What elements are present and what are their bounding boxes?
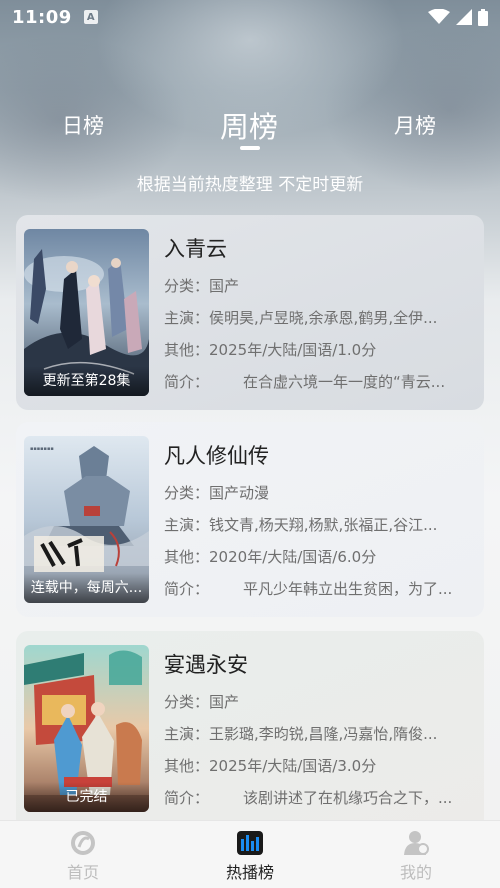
show-other: 其他： 2025年/大陆/国语/3.0分	[164, 755, 464, 775]
show-card[interactable]: ▪▪▪▪▪▪▪ 连载中，每周六... 凡人修仙传 分类： 国产动漫 主演： 钱文…	[16, 422, 484, 617]
show-category: 分类： 国产	[164, 691, 464, 711]
show-poster[interactable]: 更新至第28集	[24, 229, 149, 396]
nav-home-label: 首页	[66, 863, 99, 882]
status-bar: 11:09 A	[0, 0, 500, 34]
show-cast: 主演： 侯明昊,卢昱晓,余承恩,鹤男,全伊...	[164, 307, 464, 327]
home-icon	[71, 831, 95, 855]
show-category: 分类： 国产动漫	[164, 482, 464, 502]
cast-value: 侯明昊,卢昱晓,余承恩,鹤男,全伊...	[209, 309, 438, 327]
svg-text:▪▪▪▪▪▪▪: ▪▪▪▪▪▪▪	[30, 446, 54, 452]
show-intro: 简介： 该剧讲述了在机缘巧合之下，...	[164, 787, 464, 807]
other-label: 其他：	[164, 341, 210, 359]
show-category: 分类： 国产	[164, 275, 464, 295]
show-info: 凡人修仙传 分类： 国产动漫 主演： 钱文青,杨天翔,杨默,张福正,谷江... …	[164, 436, 464, 603]
ranking-tabs: 日榜 周榜 月榜	[0, 100, 500, 160]
nav-hot-label: 热播榜	[225, 863, 274, 882]
show-card[interactable]: 更新至第28集 入青云 分类： 国产 主演： 侯明昊,卢昱晓,余承恩,鹤男,全伊…	[16, 215, 484, 410]
cast-label: 主演：	[164, 516, 210, 534]
other-label: 其他：	[164, 548, 210, 566]
show-cast: 主演： 王影璐,李昀锐,昌隆,冯嘉怡,隋俊...	[164, 723, 464, 743]
notification-icon: A	[83, 10, 98, 24]
nav-hot-ranking[interactable]: 热播榜	[200, 829, 300, 883]
show-info: 入青云 分类： 国产 主演： 侯明昊,卢昱晓,余承恩,鹤男,全伊... 其他： …	[164, 229, 464, 396]
category-label: 分类：	[164, 693, 210, 711]
other-value: 2025年/大陆/国语/1.0分	[209, 341, 377, 359]
category-label: 分类：	[164, 277, 210, 295]
wifi-icon	[428, 9, 450, 24]
category-value: 国产动漫	[209, 484, 270, 502]
show-title[interactable]: 入青云	[164, 233, 464, 263]
show-cast: 主演： 钱文青,杨天翔,杨默,张福正,谷江...	[164, 514, 464, 534]
category-label: 分类：	[164, 484, 210, 502]
intro-value: 平凡少年韩立出生贫困，为了...	[243, 580, 453, 598]
intro-value: 在合虚六境一年一度的“青云...	[243, 373, 446, 391]
ranking-subtitle: 根据当前热度整理 不定时更新	[136, 175, 364, 195]
intro-label: 简介：	[164, 789, 210, 807]
show-title[interactable]: 宴遇永安	[164, 649, 464, 679]
intro-label: 简介：	[164, 580, 210, 598]
tab-weekly[interactable]: 周榜	[220, 104, 278, 146]
other-value: 2020年/大陆/国语/6.0分	[209, 548, 377, 566]
episode-status-badge: 已完结	[24, 782, 149, 812]
bottom-navigation: 首页 热播榜 我的	[0, 820, 500, 888]
show-poster[interactable]: ▪▪▪▪▪▪▪ 连载中，每周六...	[24, 436, 149, 603]
nav-home[interactable]: 首页	[33, 829, 133, 883]
cast-value: 王影璐,李昀锐,昌隆,冯嘉怡,隋俊...	[209, 725, 438, 743]
other-value: 2025年/大陆/国语/3.0分	[209, 757, 377, 775]
show-other: 其他： 2025年/大陆/国语/1.0分	[164, 339, 464, 359]
nav-me-label: 我的	[399, 863, 432, 882]
active-tab-indicator	[240, 146, 260, 150]
category-value: 国产	[209, 277, 240, 295]
show-intro: 简介： 在合虚六境一年一度的“青云...	[164, 371, 464, 391]
profile-icon	[404, 831, 429, 855]
battery-icon	[478, 8, 488, 26]
chart-bars-icon	[237, 831, 263, 855]
cast-label: 主演：	[164, 725, 210, 743]
cast-label: 主演：	[164, 309, 210, 327]
tab-monthly[interactable]: 月榜	[394, 110, 436, 140]
show-intro: 简介： 平凡少年韩立出生贫困，为了...	[164, 578, 464, 598]
cast-value: 钱文青,杨天翔,杨默,张福正,谷江...	[209, 516, 438, 534]
intro-label: 简介：	[164, 373, 210, 391]
category-value: 国产	[209, 693, 240, 711]
signal-icon	[456, 9, 472, 25]
episode-status-badge: 更新至第28集	[24, 366, 149, 396]
show-info: 宴遇永安 分类： 国产 主演： 王影璐,李昀锐,昌隆,冯嘉怡,隋俊... 其他：…	[164, 645, 464, 817]
nav-me[interactable]: 我的	[366, 829, 466, 883]
show-poster[interactable]: 已完结	[24, 645, 149, 812]
tab-daily[interactable]: 日榜	[62, 110, 104, 140]
other-label: 其他：	[164, 757, 210, 775]
show-other: 其他： 2020年/大陆/国语/6.0分	[164, 546, 464, 566]
show-title[interactable]: 凡人修仙传	[164, 440, 464, 470]
show-card[interactable]: 已完结 宴遇永安 分类： 国产 主演： 王影璐,李昀锐,昌隆,冯嘉怡,隋俊...…	[16, 631, 484, 831]
intro-value: 该剧讲述了在机缘巧合之下，...	[243, 789, 453, 807]
status-indicators	[428, 8, 488, 26]
episode-status-badge: 连载中，每周六...	[24, 573, 149, 603]
status-time: 11:09	[12, 6, 72, 28]
